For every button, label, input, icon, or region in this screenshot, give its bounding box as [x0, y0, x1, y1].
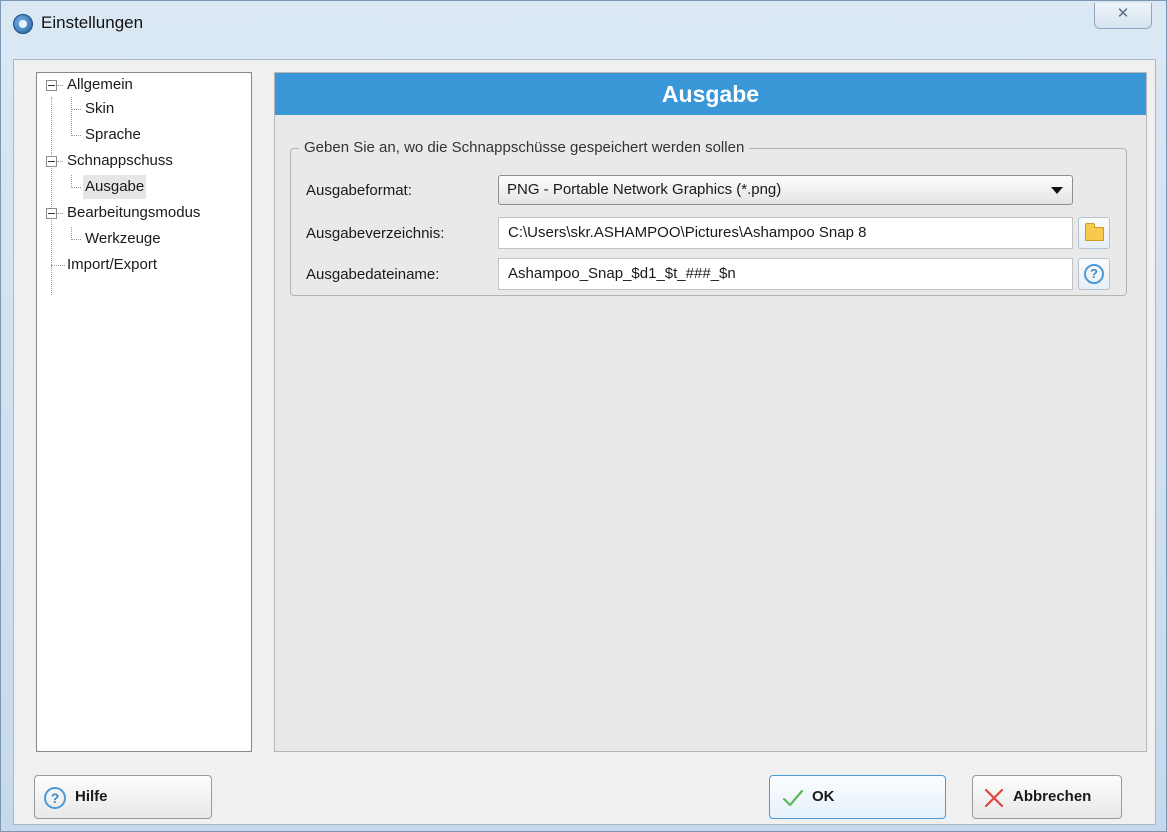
tree-expander-allgemein[interactable]	[46, 80, 57, 91]
ok-button-label: OK	[812, 788, 835, 805]
ok-button[interactable]: OK	[769, 775, 946, 819]
app-icon	[13, 14, 33, 34]
settings-window: Einstellungen ✕ Allgemein Skin Sprache S…	[0, 0, 1167, 832]
filename-help-button[interactable]: ?	[1078, 258, 1110, 290]
tree-item-label: Skin	[85, 100, 115, 117]
cancel-button-label: Abbrechen	[1013, 788, 1092, 805]
tree-item-label: Schnappschuss	[67, 152, 173, 169]
help-button[interactable]: ? Hilfe	[34, 775, 212, 819]
output-directory-label: Ausgabeverzeichnis:	[306, 225, 445, 242]
help-icon: ?	[44, 787, 66, 809]
group-legend: Geben Sie an, wo die Schnappschüsse gesp…	[299, 139, 750, 156]
output-location-group: Geben Sie an, wo die Schnappschüsse gesp…	[290, 139, 1127, 296]
output-directory-input[interactable]: C:\Users\skr.ASHAMPOO\Pictures\Ashampoo …	[498, 217, 1073, 249]
tree-item-label: Ausgabe	[83, 175, 147, 199]
checkmark-icon	[782, 789, 804, 807]
help-button-label: Hilfe	[75, 788, 108, 805]
output-format-label: Ausgabeformat:	[306, 182, 412, 199]
tree-item-label: Allgemein	[67, 76, 133, 93]
tree-item-label: Bearbeitungsmodus	[67, 204, 201, 221]
dialog-client-area: Allgemein Skin Sprache Schnappschuss Aus…	[13, 59, 1156, 825]
cancel-button[interactable]: Abbrechen	[972, 775, 1122, 819]
tree-item-label: Sprache	[85, 126, 141, 143]
browse-folder-button[interactable]	[1078, 217, 1110, 249]
tree-item-label: Import/Export	[67, 256, 158, 273]
title-bar: Einstellungen ✕	[1, 1, 1166, 47]
window-title: Einstellungen	[41, 13, 144, 32]
tree-expander-bearbeitungsmodus[interactable]	[46, 208, 57, 219]
tree-item-label: Werkzeuge	[85, 230, 161, 247]
chevron-down-icon	[1051, 187, 1063, 194]
folder-icon	[1085, 223, 1104, 241]
panel-title: Ausgabe	[275, 73, 1146, 115]
tree-expander-schnappschuss[interactable]	[46, 156, 57, 167]
output-filename-input[interactable]: Ashampoo_Snap_$d1_$t_###_$n	[498, 258, 1073, 290]
settings-tree: Allgemein Skin Sprache Schnappschuss Aus…	[36, 72, 252, 752]
close-icon	[984, 788, 1004, 808]
output-format-select[interactable]: PNG - Portable Network Graphics (*.png)	[498, 175, 1073, 205]
settings-panel: Ausgabe Geben Sie an, wo die Schnappschü…	[274, 72, 1147, 752]
output-filename-label: Ausgabedateiname:	[306, 266, 440, 283]
output-format-value: PNG - Portable Network Graphics (*.png)	[507, 181, 782, 198]
help-icon: ?	[1084, 264, 1104, 284]
close-button[interactable]: ✕	[1094, 3, 1152, 29]
